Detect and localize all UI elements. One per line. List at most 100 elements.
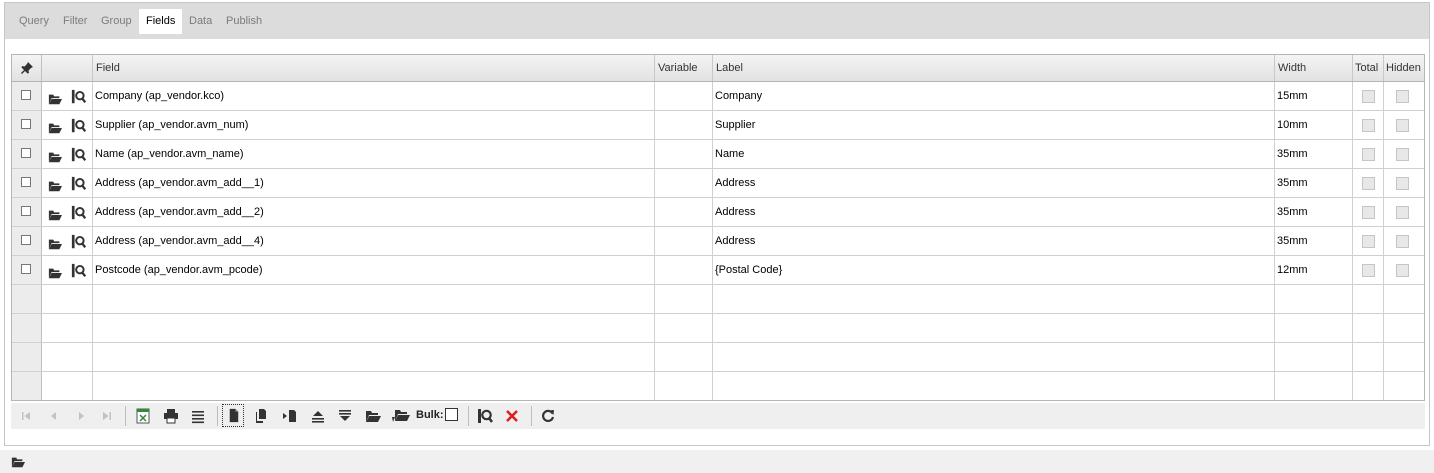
total-checkbox[interactable]	[1362, 206, 1375, 219]
table-row[interactable]: Supplier (ap_vendor.avm_num) Supplier 10mm	[12, 111, 1424, 140]
total-checkbox[interactable]	[1362, 235, 1375, 248]
hidden-checkbox[interactable]	[1396, 206, 1409, 219]
tab-group[interactable]: Group	[94, 9, 139, 34]
width-cell[interactable]: 12mm	[1275, 256, 1353, 284]
move-down-icon[interactable]	[336, 407, 354, 425]
table-row[interactable]: Address (ap_vendor.avm_add__2) Address 35m…	[12, 198, 1424, 227]
hidden-checkbox[interactable]	[1396, 177, 1409, 190]
open-folder-icon[interactable]	[47, 147, 63, 163]
insert-after-icon[interactable]	[281, 407, 299, 425]
label-cell[interactable]: Company	[713, 82, 1275, 110]
pin-column-header[interactable]	[12, 55, 42, 81]
row-select-cell[interactable]	[12, 111, 42, 139]
row-checkbox[interactable]	[21, 119, 31, 129]
row-checkbox[interactable]	[21, 90, 31, 100]
list-view-icon[interactable]	[189, 407, 207, 425]
width-cell[interactable]: 35mm	[1275, 140, 1353, 168]
first-page-icon[interactable]	[17, 407, 35, 425]
inspect-field-icon[interactable]	[71, 204, 87, 220]
open-folder-icon[interactable]	[47, 205, 63, 221]
total-checkbox[interactable]	[1362, 148, 1375, 161]
table-row[interactable]: Address (ap_vendor.avm_add__1) Address 35m…	[12, 169, 1424, 198]
label-cell[interactable]: {Postal Code}	[713, 256, 1275, 284]
variable-cell[interactable]	[655, 198, 713, 226]
open-folder-icon[interactable]	[47, 234, 63, 250]
field-cell[interactable]: Postcode (ap_vendor.avm_pcode)	[93, 256, 655, 284]
row-select-cell[interactable]	[12, 82, 42, 110]
row-select-cell[interactable]	[12, 140, 42, 168]
label-cell[interactable]: Address	[713, 227, 1275, 255]
width-column-header[interactable]: Width	[1275, 55, 1353, 81]
inspect-field-icon[interactable]	[71, 175, 87, 191]
move-up-icon[interactable]	[309, 407, 327, 425]
delete-icon[interactable]	[503, 407, 521, 425]
open-folder-icon[interactable]	[47, 263, 63, 279]
hidden-checkbox[interactable]	[1396, 90, 1409, 103]
label-column-header[interactable]: Label	[713, 55, 1275, 81]
hidden-column-header[interactable]: Hidden	[1384, 55, 1424, 81]
field-cell[interactable]: Company (ap_vendor.kco)	[93, 82, 655, 110]
width-cell[interactable]: 15mm	[1275, 82, 1353, 110]
open-folder-icon[interactable]	[10, 455, 26, 469]
variable-column-header[interactable]: Variable	[655, 55, 713, 81]
label-cell[interactable]: Supplier	[713, 111, 1275, 139]
label-cell[interactable]: Name	[713, 140, 1275, 168]
open-folder-icon[interactable]	[47, 89, 63, 105]
table-row[interactable]: Address (ap_vendor.avm_add__4) Address 35m…	[12, 227, 1424, 256]
open-folder-icon[interactable]	[47, 118, 63, 134]
row-select-cell[interactable]	[12, 227, 42, 255]
bulk-checkbox[interactable]	[445, 408, 458, 421]
row-select-cell[interactable]	[12, 169, 42, 197]
copy-icon[interactable]	[253, 407, 271, 425]
hidden-checkbox[interactable]	[1396, 148, 1409, 161]
bulk-open-folder-icon[interactable]	[391, 407, 411, 425]
field-cell[interactable]: Supplier (ap_vendor.avm_num)	[93, 111, 655, 139]
inspect-field-icon[interactable]	[71, 146, 87, 162]
field-cell[interactable]: Address (ap_vendor.avm_add__2)	[93, 198, 655, 226]
hidden-checkbox[interactable]	[1396, 235, 1409, 248]
row-checkbox[interactable]	[21, 206, 31, 216]
total-checkbox[interactable]	[1362, 90, 1375, 103]
print-icon[interactable]	[162, 407, 180, 425]
inspect-field-icon[interactable]	[71, 88, 87, 104]
export-excel-icon[interactable]	[134, 407, 152, 425]
width-cell[interactable]: 35mm	[1275, 169, 1353, 197]
label-cell[interactable]: Address	[713, 198, 1275, 226]
tab-query[interactable]: Query	[12, 9, 56, 34]
hidden-checkbox[interactable]	[1396, 119, 1409, 132]
total-column-header[interactable]: Total	[1353, 55, 1384, 81]
field-cell[interactable]: Name (ap_vendor.avm_name)	[93, 140, 655, 168]
total-checkbox[interactable]	[1362, 177, 1375, 190]
variable-cell[interactable]	[655, 140, 713, 168]
open-folder-icon[interactable]	[364, 407, 382, 425]
previous-page-icon[interactable]	[45, 407, 63, 425]
field-cell[interactable]: Address (ap_vendor.avm_add__1)	[93, 169, 655, 197]
variable-cell[interactable]	[655, 169, 713, 197]
inspect-field-icon[interactable]	[71, 117, 87, 133]
row-checkbox[interactable]	[21, 177, 31, 187]
row-select-cell[interactable]	[12, 198, 42, 226]
label-cell[interactable]: Address	[713, 169, 1275, 197]
variable-cell[interactable]	[655, 256, 713, 284]
open-folder-icon[interactable]	[47, 176, 63, 192]
table-row[interactable]: Name (ap_vendor.avm_name) Name 35mm	[12, 140, 1424, 169]
hidden-checkbox[interactable]	[1396, 264, 1409, 277]
tab-data[interactable]: Data	[182, 9, 219, 34]
row-select-cell[interactable]	[12, 256, 42, 284]
table-row[interactable]: Postcode (ap_vendor.avm_pcode) {Postal Co…	[12, 256, 1424, 285]
inspect-field-icon[interactable]	[476, 407, 494, 425]
next-page-icon[interactable]	[72, 407, 90, 425]
width-cell[interactable]: 35mm	[1275, 198, 1353, 226]
row-checkbox[interactable]	[21, 264, 31, 274]
inspect-field-icon[interactable]	[71, 262, 87, 278]
variable-cell[interactable]	[655, 82, 713, 110]
refresh-icon[interactable]	[539, 407, 557, 425]
row-checkbox[interactable]	[21, 148, 31, 158]
tab-publish[interactable]: Publish	[219, 9, 269, 34]
width-cell[interactable]: 35mm	[1275, 227, 1353, 255]
variable-cell[interactable]	[655, 111, 713, 139]
field-cell[interactable]: Address (ap_vendor.avm_add__4)	[93, 227, 655, 255]
width-cell[interactable]: 10mm	[1275, 111, 1353, 139]
tab-filter[interactable]: Filter	[56, 9, 94, 34]
total-checkbox[interactable]	[1362, 264, 1375, 277]
